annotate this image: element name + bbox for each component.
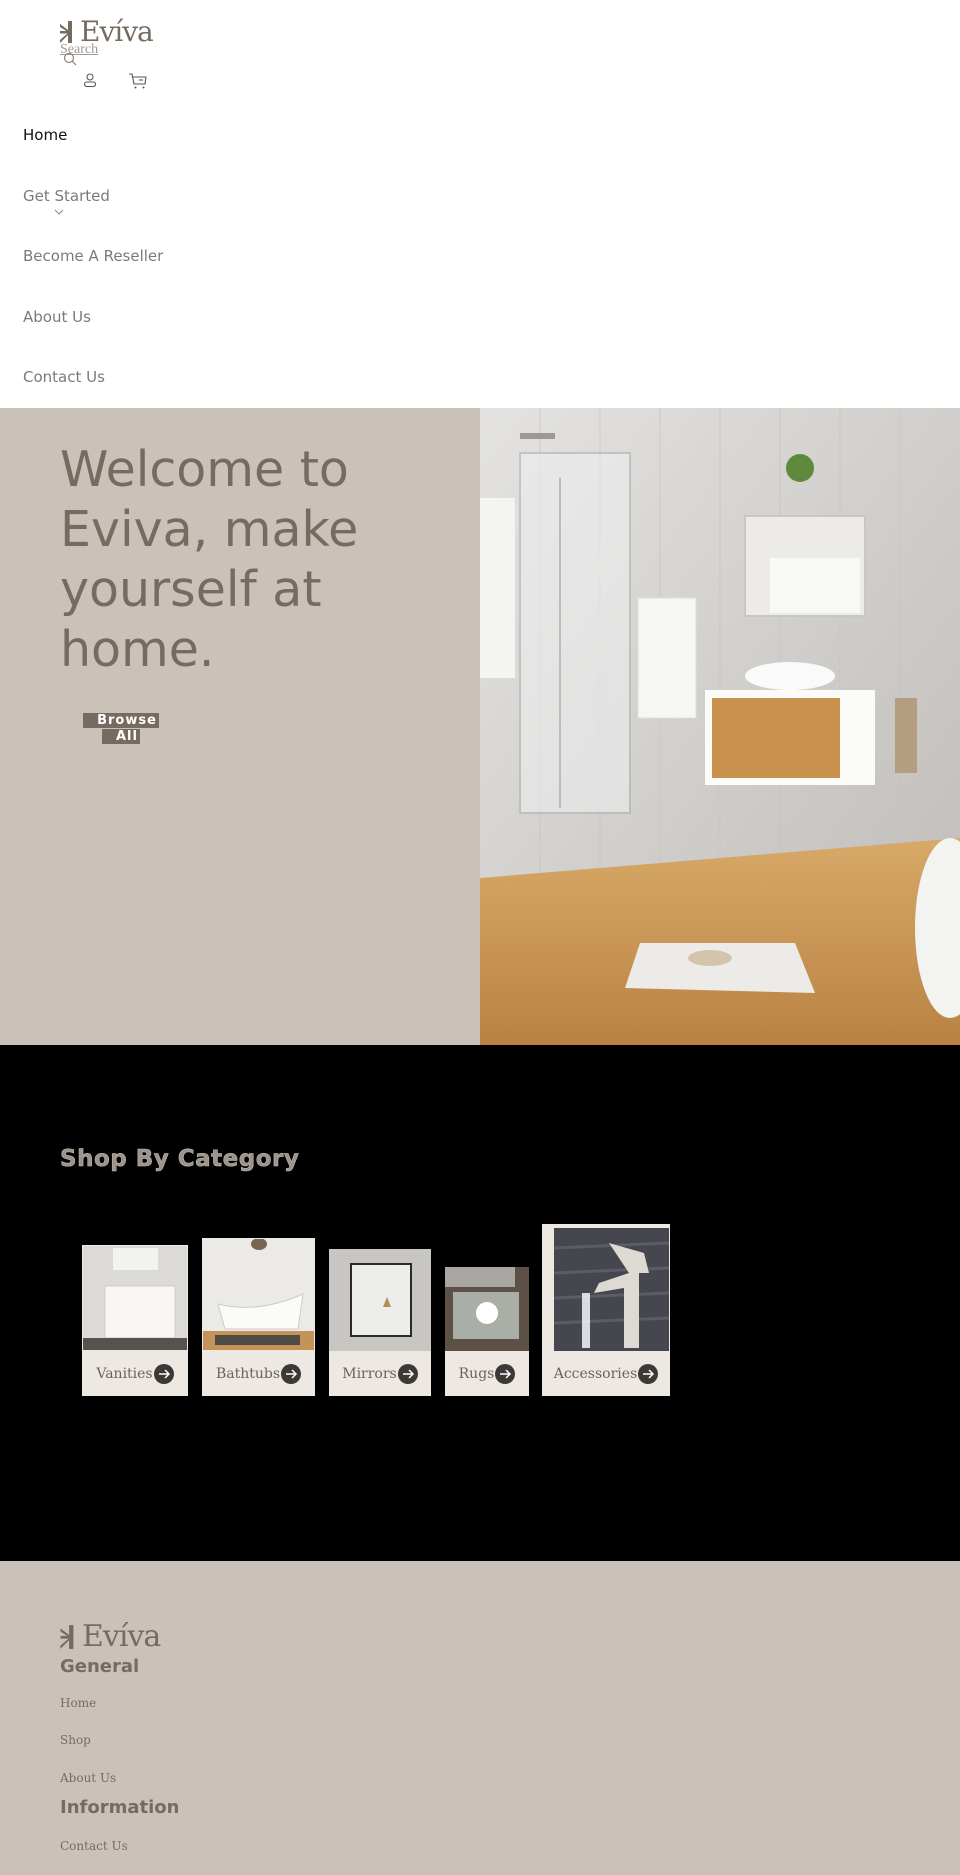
category-card-bathtubs[interactable]: Bathtubs	[202, 1238, 315, 1396]
arrow-right-icon[interactable]	[153, 1363, 174, 1384]
footer-heading-information: Information	[60, 1797, 180, 1818]
nav-item-label: Get Started	[23, 187, 110, 205]
footer-link-about-us[interactable]: About Us	[60, 1771, 116, 1785]
logo-mark-icon	[60, 1625, 74, 1649]
footer-heading-general: General	[60, 1656, 140, 1677]
footer-link-contact-us[interactable]: Contact Us	[60, 1839, 128, 1853]
browse-all-button[interactable]: Browse All	[82, 713, 160, 745]
section-title: Shop By Category	[60, 1146, 300, 1173]
site-header: Evíva Search Home Get Started Become A R…	[0, 0, 960, 408]
arrow-right-icon[interactable]	[495, 1363, 516, 1384]
category-label-row: Vanities	[82, 1351, 188, 1396]
accessories-image	[554, 1228, 669, 1351]
category-card-vanities[interactable]: Vanities	[82, 1245, 188, 1396]
hero-image	[480, 408, 960, 1045]
rugs-image	[445, 1267, 529, 1351]
category-label: Rugs	[458, 1365, 495, 1382]
site-footer: Evíva General Home Shop About Us Informa…	[0, 1561, 960, 1875]
nav-item-about-us[interactable]: About Us	[23, 308, 91, 326]
category-label: Vanities	[96, 1365, 153, 1382]
category-card-rugs[interactable]: Rugs	[445, 1267, 529, 1396]
category-label: Bathtubs	[215, 1365, 281, 1382]
nav-item-get-started[interactable]: Get Started	[23, 187, 110, 215]
arrow-right-icon[interactable]	[638, 1363, 659, 1384]
category-card-accessories[interactable]: Accessories	[542, 1224, 670, 1396]
account-icon[interactable]	[82, 72, 98, 88]
footer-link-home[interactable]: Home	[60, 1696, 96, 1710]
shop-by-category-section: Shop By Category Vanities Bathtubs Mirro…	[0, 1045, 960, 1561]
chevron-down-icon[interactable]	[54, 209, 64, 215]
bathroom-illustration	[480, 408, 960, 1045]
logo-wordmark: Evíva	[82, 1619, 161, 1654]
hero-title: Welcome to Eviva, make yourself at home.	[60, 441, 359, 678]
search-icon[interactable]	[63, 52, 77, 66]
bathtubs-image	[203, 1239, 314, 1350]
browse-all-label: Browse All	[83, 713, 159, 744]
nav-item-contact-us[interactable]: Contact Us	[23, 368, 105, 386]
footer-link-shop[interactable]: Shop	[60, 1733, 91, 1747]
nav-item-home[interactable]: Home	[23, 126, 67, 144]
logo-mark-icon	[60, 21, 72, 43]
footer-logo[interactable]: Evíva	[60, 1619, 161, 1654]
category-label: Mirrors	[342, 1365, 397, 1382]
category-label-row: Rugs	[445, 1351, 529, 1396]
hero-section: Welcome to Eviva, make yourself at home.…	[0, 408, 960, 1045]
category-label-row: Mirrors	[329, 1351, 431, 1396]
category-label: Accessories	[553, 1365, 638, 1382]
mirrors-image	[329, 1249, 431, 1351]
category-card-mirrors[interactable]: Mirrors	[329, 1249, 431, 1396]
cart-icon[interactable]	[128, 72, 148, 90]
arrow-right-icon[interactable]	[397, 1363, 418, 1384]
category-label-row: Bathtubs	[202, 1351, 315, 1396]
vanities-image	[83, 1246, 187, 1350]
nav-item-become-a-reseller[interactable]: Become A Reseller	[23, 247, 163, 265]
category-label-row: Accessories	[542, 1351, 670, 1396]
arrow-right-icon[interactable]	[281, 1363, 302, 1384]
